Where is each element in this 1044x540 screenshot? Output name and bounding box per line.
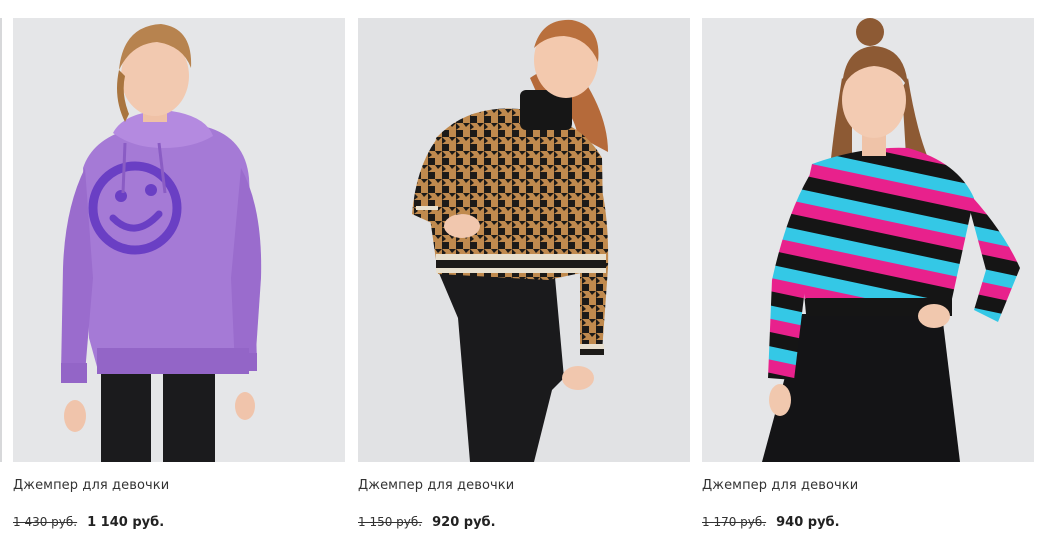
product-image[interactable] bbox=[13, 18, 345, 462]
product-photo-striped-sweater bbox=[702, 18, 1034, 462]
product-photo-houndstooth-sweater bbox=[358, 18, 690, 462]
old-price: 1 430 руб. bbox=[13, 515, 78, 529]
product-title[interactable]: Джемпер для девочки bbox=[13, 478, 345, 494]
product-title[interactable]: Джемпер для девочки bbox=[358, 478, 690, 494]
product-grid: Джемпер для девочки 1 430 руб. 1 140 руб. bbox=[0, 0, 1044, 540]
product-card[interactable]: Джемпер для девочки 1 170 руб. 940 руб. bbox=[702, 18, 1034, 531]
price-block: 1 430 руб. 1 140 руб. bbox=[13, 513, 345, 531]
product-card[interactable]: Джемпер для девочки 1 150 руб. 920 руб. bbox=[358, 18, 690, 531]
product-image[interactable] bbox=[358, 18, 690, 462]
product-image[interactable] bbox=[702, 18, 1034, 462]
old-price: 1 150 руб. bbox=[358, 515, 423, 529]
product-card[interactable]: Джемпер для девочки 1 430 руб. 1 140 руб. bbox=[13, 18, 345, 531]
current-price: 920 руб. bbox=[432, 515, 496, 530]
price-block: 1 150 руб. 920 руб. bbox=[358, 513, 690, 531]
previous-card-edge bbox=[0, 18, 2, 462]
price-block: 1 170 руб. 940 руб. bbox=[702, 513, 1034, 531]
current-price: 1 140 руб. bbox=[87, 515, 165, 530]
product-photo-lilac-hoodie bbox=[13, 18, 345, 462]
product-title[interactable]: Джемпер для девочки bbox=[702, 478, 1034, 494]
current-price: 940 руб. bbox=[776, 515, 840, 530]
old-price: 1 170 руб. bbox=[702, 515, 767, 529]
